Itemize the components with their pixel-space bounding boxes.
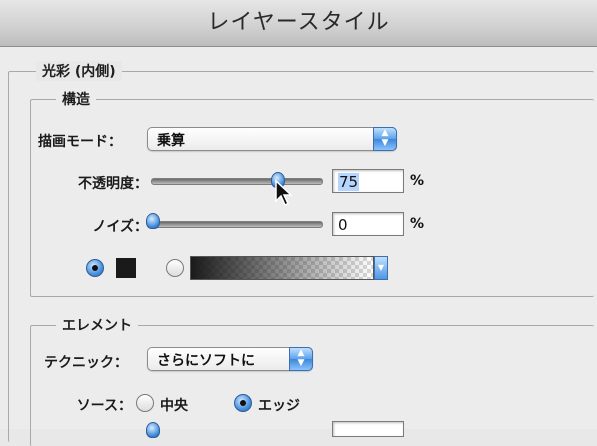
opacity-slider-track[interactable] <box>151 178 323 185</box>
technique-label: テクニック： <box>44 355 128 371</box>
source-center-radio[interactable] <box>136 394 154 412</box>
elements-group <box>30 325 594 446</box>
gradient-radio[interactable] <box>166 259 184 277</box>
opacity-value: 75 <box>338 173 360 191</box>
glow-gradient-picker[interactable] <box>190 256 374 280</box>
chevron-down-icon[interactable]: ▼ <box>374 256 388 280</box>
range-slider-knob[interactable] <box>146 422 160 438</box>
solid-color-radio[interactable] <box>86 259 104 277</box>
technique-select[interactable]: さらにソフトに ▲ ▼ <box>147 347 313 371</box>
source-center-label[interactable]: 中央 <box>160 395 188 415</box>
blend-mode-select[interactable]: 乗算 ▲ ▼ <box>147 127 397 151</box>
noise-label: ノイズ： <box>92 219 148 235</box>
mouse-pointer-icon <box>275 179 293 207</box>
noise-unit: % <box>410 216 425 232</box>
noise-input[interactable]: 0 <box>332 212 404 236</box>
inner-glow-group-label: 光彩 (内側) <box>36 61 122 81</box>
source-edge-label[interactable]: エッジ <box>258 395 300 415</box>
source-edge-radio[interactable] <box>234 394 252 412</box>
structure-group-label: 構造 <box>56 89 96 109</box>
glow-color-swatch[interactable] <box>116 258 136 278</box>
opacity-unit: % <box>410 173 425 189</box>
blend-mode-label: 描画モード： <box>38 134 122 150</box>
choke-input[interactable] <box>332 421 404 437</box>
technique-value: さらにソフトに <box>157 353 255 369</box>
noise-slider-track[interactable] <box>151 221 323 228</box>
up-down-chevron-icon: ▲ ▼ <box>289 347 313 371</box>
elements-group-label: エレメント <box>56 315 138 335</box>
opacity-input[interactable]: 75 <box>332 169 404 193</box>
blend-mode-value: 乗算 <box>157 133 185 149</box>
layer-style-panel: 光彩 (内側) 構造 描画モード： 乗算 ▲ ▼ 不透明度： 75 % ノイズ： … <box>0 47 597 446</box>
window-title: レイヤースタイル <box>0 0 597 47</box>
noise-value: 0 <box>338 216 348 234</box>
opacity-label: 不透明度： <box>78 176 148 192</box>
up-down-chevron-icon: ▲ ▼ <box>373 127 397 151</box>
noise-slider-knob[interactable] <box>146 213 160 229</box>
source-label: ソース： <box>76 398 132 414</box>
